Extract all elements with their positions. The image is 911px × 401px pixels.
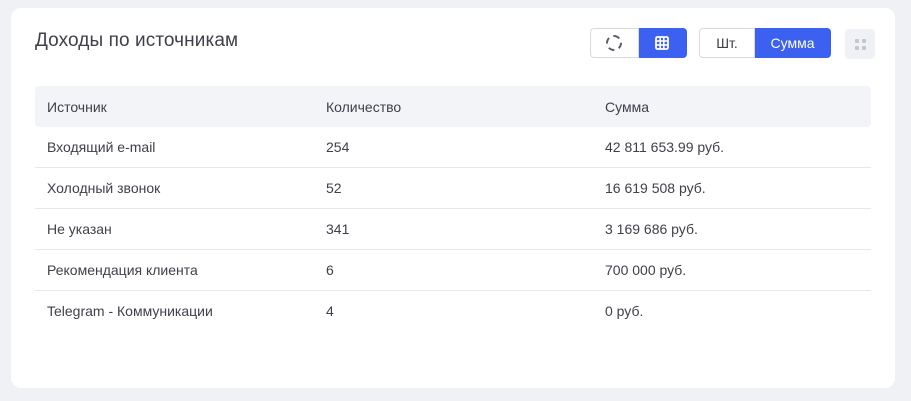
table-row: Холодный звонок 52 16 619 508 руб. xyxy=(35,167,871,209)
column-header-sum[interactable]: Сумма xyxy=(593,86,871,127)
cell-source: Входящий e-mail xyxy=(35,127,314,168)
column-header-count[interactable]: Количество xyxy=(314,86,593,127)
cell-sum: 0 руб. xyxy=(605,303,644,319)
cell-count: 254 xyxy=(314,127,593,168)
card-title: Доходы по источникам xyxy=(35,30,239,51)
cell-sum: 700 000 руб. xyxy=(593,249,871,291)
view-toggle xyxy=(590,28,687,58)
drag-handle-button[interactable] xyxy=(845,29,875,59)
drag-handle-icon xyxy=(854,38,866,50)
table-row: Рекомендация клиента 6 700 000 руб. xyxy=(35,249,871,291)
sum-mode-button[interactable]: Сумма xyxy=(755,28,831,58)
cell-sum: 42 811 653.99 руб. xyxy=(593,127,871,168)
income-table: Источник Количество Сумма Входящий e-mai… xyxy=(35,86,871,331)
count-mode-button[interactable]: Шт. xyxy=(699,28,755,58)
table-view-button[interactable] xyxy=(638,28,687,58)
table-icon xyxy=(655,36,670,50)
cell-source: Холодный звонок xyxy=(35,167,314,209)
cell-sum: 16 619 508 руб. xyxy=(593,167,871,209)
column-header-source[interactable]: Источник xyxy=(35,86,314,127)
cell-count: 341 xyxy=(314,208,593,250)
chart-view-button[interactable] xyxy=(590,28,639,58)
table-header-row: Источник Количество Сумма xyxy=(35,86,871,127)
cell-count: 52 xyxy=(314,167,593,209)
cell-source: Telegram - Коммуникации xyxy=(47,303,213,319)
pie-chart-icon xyxy=(606,35,623,51)
cell-count: 4 xyxy=(326,303,334,319)
cell-count: 6 xyxy=(314,249,593,291)
cell-source: Не указан xyxy=(35,208,314,250)
table-row: Не указан 341 3 169 686 руб. xyxy=(35,208,871,250)
table-row: Входящий e-mail 254 42 811 653.99 руб. xyxy=(35,127,871,168)
cell-sum: 3 169 686 руб. xyxy=(593,208,871,250)
mode-toggle: Шт. Сумма xyxy=(699,28,831,58)
table-row: Telegram - Коммуникации 4 0 руб. xyxy=(35,291,871,332)
income-by-source-card: Доходы по источникам Шт. Сумма Источник xyxy=(11,8,895,388)
cell-source: Рекомендация клиента xyxy=(35,249,314,291)
